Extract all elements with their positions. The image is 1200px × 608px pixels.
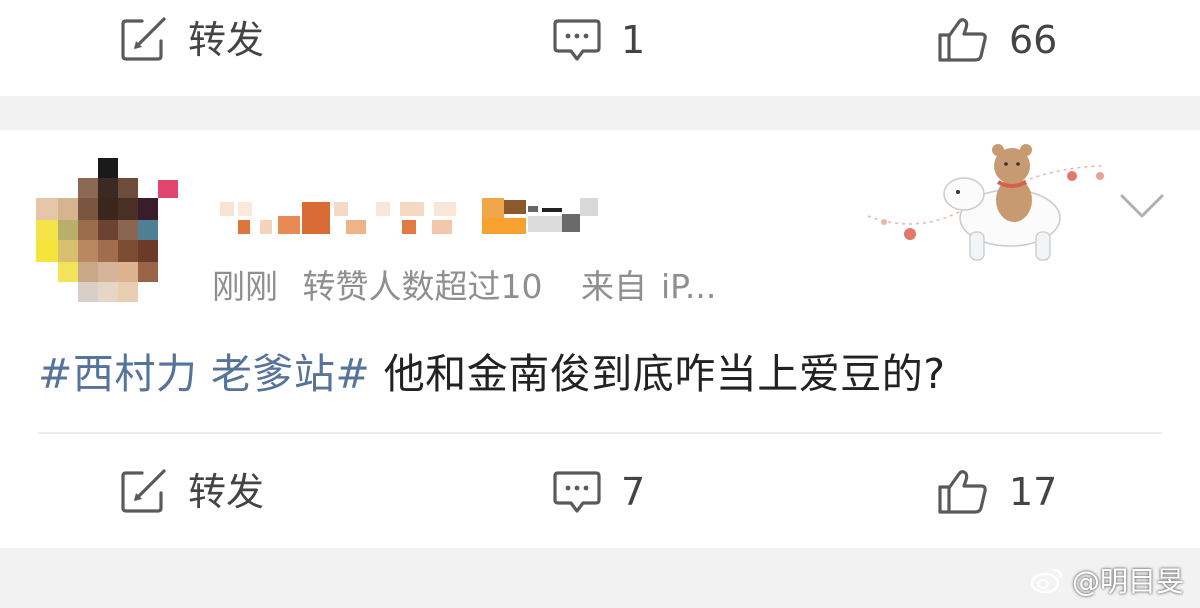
- repost-label: 转发: [188, 470, 265, 514]
- chevron-down-icon[interactable]: [1118, 190, 1166, 222]
- like-button[interactable]: 66: [937, 0, 1057, 80]
- previous-post-card: 转发 1 66: [0, 0, 1200, 96]
- comment-icon: [553, 19, 601, 61]
- source-prefix: 来自: [581, 267, 647, 306]
- like-count: 66: [1009, 18, 1058, 62]
- watermark: @明目旻: [1030, 558, 1184, 602]
- repost-icon: [121, 17, 166, 61]
- like-button[interactable]: 17: [937, 452, 1057, 532]
- like-icon: [938, 18, 987, 62]
- divider: [38, 432, 1162, 434]
- username[interactable]: [216, 198, 606, 242]
- repost-label: 转发: [188, 18, 265, 62]
- weibo-logo-icon: [1030, 568, 1063, 594]
- repost-button[interactable]: 转发: [120, 452, 264, 532]
- comment-button[interactable]: 1: [553, 0, 645, 80]
- post-action-bar: 转发 7 17: [0, 452, 1200, 532]
- post-meta: 刚刚 转赞人数超过10 来自 iP...: [212, 260, 730, 308]
- like-icon: [938, 470, 987, 514]
- repost-note: 转赞人数超过10: [302, 267, 543, 306]
- post-card: 刚刚 转赞人数超过10 来自 iP... #西村力 老爹站# 他和金南俊到底咋当上…: [0, 130, 1200, 548]
- repost-icon: [121, 469, 166, 513]
- post-text: #西村力 老爹站# 他和金南俊到底咋当上爱豆的?: [38, 340, 946, 400]
- comment-count: 1: [621, 18, 646, 62]
- previous-post-action-bar: 转发 1 66: [0, 0, 1200, 80]
- repost-button[interactable]: 转发: [120, 0, 264, 80]
- comment-count: 7: [621, 470, 646, 514]
- bear-horse-sticker: [867, 144, 1106, 261]
- like-count: 17: [1009, 470, 1058, 514]
- comment-icon: [553, 471, 601, 513]
- post-body: 他和金南俊到底咋当上爱豆的?: [370, 350, 946, 398]
- comment-button[interactable]: 7: [553, 452, 645, 532]
- post-time: 刚刚: [212, 267, 278, 306]
- avatar[interactable]: [36, 158, 182, 304]
- source-device[interactable]: iP...: [661, 267, 716, 306]
- watermark-handle: @明目旻: [1071, 565, 1184, 598]
- topic-link[interactable]: #西村力 老爹站#: [38, 350, 370, 398]
